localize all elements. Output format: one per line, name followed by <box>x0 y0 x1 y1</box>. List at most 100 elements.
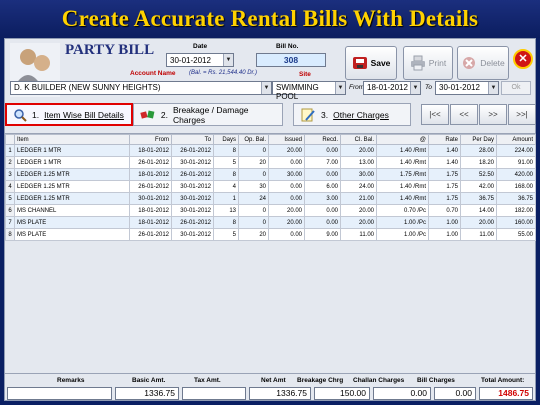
last-record-button[interactable]: >>| <box>508 104 536 125</box>
to-date-picker[interactable]: 30-01-2012 ▼ <box>435 81 499 95</box>
table-cell: 8 <box>213 144 239 157</box>
table-cell: 30-01-2012 <box>171 180 214 193</box>
basic-amount-label: Basic Amt. <box>132 377 166 384</box>
column-header[interactable]: To <box>171 134 214 145</box>
column-header[interactable]: @ <box>376 134 429 145</box>
tab-label: Item Wise Bill Details <box>44 109 124 120</box>
table-cell: 8 <box>213 168 239 181</box>
column-header[interactable]: Issued <box>268 134 305 145</box>
column-header[interactable]: Op. Bal. <box>238 134 269 145</box>
table-cell: 20.00 <box>268 144 305 157</box>
tab-number: 1. <box>32 109 40 120</box>
column-header[interactable]: Cl. Bal. <box>340 134 377 145</box>
remarks-field[interactable] <box>7 387 112 400</box>
column-header[interactable]: Per Day <box>460 134 497 145</box>
table-row[interactable]: 8 MS PLATE 26-01-2012 30-01-2012 5 20 0.00 9.00… <box>5 228 536 241</box>
from-date-value: 18-01-2012 <box>367 83 408 92</box>
table-cell: 0.00 <box>268 228 305 241</box>
date-value: 30-01-2012 <box>170 56 211 65</box>
tab-label: Other Charges <box>333 109 389 120</box>
bill-number-field[interactable]: 308 <box>256 53 326 67</box>
table-cell: 1.00 /Pc <box>376 228 429 241</box>
breakage-charges-value: 150.00 <box>314 387 370 400</box>
row-number: 4 <box>5 180 15 193</box>
chevron-down-icon[interactable]: ▼ <box>488 82 498 94</box>
table-row[interactable]: 7 MS PLATE 18-01-2012 26-01-2012 8 0 20.00 0.00… <box>5 216 536 229</box>
row-number: 5 <box>5 192 15 205</box>
site-select[interactable]: SWIMMING POOL ▼ <box>272 81 346 101</box>
ok-button[interactable]: Ok <box>501 81 531 95</box>
table-cell: 36.75 <box>460 192 497 205</box>
table-cell: 5 <box>213 228 239 241</box>
to-date-value: 30-01-2012 <box>439 83 480 92</box>
print-button[interactable]: Print <box>403 46 453 80</box>
chevron-down-icon[interactable]: ▼ <box>335 82 345 94</box>
table-cell: 30 <box>238 180 269 193</box>
table-cell: 1.75 <box>428 168 461 181</box>
table-row[interactable]: 1 LEDGER 1 MTR 18-01-2012 26-01-2012 8 0 20.00… <box>5 144 536 157</box>
date-picker[interactable]: 30-01-2012 ▼ <box>166 53 234 67</box>
table-cell: 224.00 <box>496 144 536 157</box>
table-cell: 30-01-2012 <box>171 156 214 169</box>
net-amount-label: Net Amt <box>261 377 286 384</box>
save-button[interactable]: Save <box>345 46 397 80</box>
remarks-label: Remarks <box>57 377 85 384</box>
table-cell: 26-01-2012 <box>129 228 172 241</box>
column-header[interactable]: Recd. <box>304 134 341 145</box>
row-number: 6 <box>5 204 15 217</box>
table-row[interactable]: 6 MS CHANNEL 18-01-2012 30-01-2012 13 0 20.00 0… <box>5 204 536 217</box>
party-bill-window: PARTY BILL Account Name (Bal. = Rs. 21,5… <box>4 38 536 401</box>
item-grid[interactable]: Item From To Days Op. Bal. Issued Recd. Cl. Bal… <box>5 133 536 370</box>
table-header-row: Item From To Days Op. Bal. Issued Recd. Cl. Bal… <box>5 134 536 145</box>
column-header[interactable]: Days <box>213 134 239 145</box>
table-row[interactable]: 5 LEDGER 1.25 MTR 30-01-2012 30-01-2012 1 24 0… <box>5 192 536 205</box>
table-cell: 20.00 <box>268 216 305 229</box>
tab-number: 2. <box>160 109 168 120</box>
breakage-charges-label: Breakage Chrg <box>297 377 344 384</box>
table-cell: 11.00 <box>460 228 497 241</box>
date-label: Date <box>193 43 208 50</box>
from-date-picker[interactable]: 18-01-2012 ▼ <box>363 81 421 95</box>
close-icon[interactable]: ✕ <box>513 49 533 69</box>
column-header[interactable]: Amount <box>496 134 536 145</box>
table-cell: 1.75 <box>428 192 461 205</box>
table-cell: 21.00 <box>340 192 377 205</box>
table-cell: 30.00 <box>268 168 305 181</box>
account-name-select[interactable]: D. K BUILDER (NEW SUNNY HEIGHTS) ▼ <box>10 81 272 95</box>
table-cell: 9.00 <box>304 228 341 241</box>
tab-breakage-damage-charges[interactable]: 2. Breakage / Damage Charges <box>133 103 283 126</box>
challan-charges-value: 0.00 <box>373 387 431 400</box>
column-header[interactable]: Rate <box>428 134 461 145</box>
table-cell: 0.00 <box>304 204 341 217</box>
row-number: 2 <box>5 156 15 169</box>
account-name-label: Account Name <box>130 70 176 77</box>
save-label: Save <box>370 58 391 68</box>
table-row[interactable]: 2 LEDGER 1 MTR 26-01-2012 30-01-2012 5 20 0.00… <box>5 156 536 169</box>
table-cell: 1.40 /Rmt <box>376 192 429 205</box>
total-amount-label: Total Amount: <box>481 377 525 384</box>
chevron-down-icon[interactable]: ▼ <box>223 54 233 66</box>
table-row[interactable]: 3 LEDGER 1.25 MTR 18-01-2012 26-01-2012 8 0 30… <box>5 168 536 181</box>
table-cell: 20.00 <box>460 216 497 229</box>
table-cell: 1.40 /Rmt <box>376 180 429 193</box>
table-cell: 0 <box>238 144 269 157</box>
table-cell: 0 <box>238 204 269 217</box>
first-record-button[interactable]: |<< <box>421 104 449 125</box>
table-row[interactable]: 4 LEDGER 1.25 MTR 26-01-2012 30-01-2012 4 30 0… <box>5 180 536 193</box>
balance-note: (Bal. = Rs. 21,544.40 Dr.) <box>189 70 257 76</box>
tab-other-charges[interactable]: 3. Other Charges <box>293 103 411 126</box>
table-cell: LEDGER 1.25 MTR <box>14 192 130 205</box>
column-header[interactable]: Item <box>14 134 130 145</box>
previous-record-button[interactable]: << <box>450 104 478 125</box>
net-amount-value: 1336.75 <box>249 387 311 400</box>
chevron-down-icon[interactable]: ▼ <box>410 82 420 94</box>
table-cell: 5 <box>213 156 239 169</box>
column-header[interactable]: From <box>129 134 172 145</box>
table-cell: 7.00 <box>304 156 341 169</box>
delete-button[interactable]: Delete <box>457 46 509 80</box>
next-record-button[interactable]: >> <box>479 104 507 125</box>
chevron-down-icon[interactable]: ▼ <box>261 82 271 94</box>
table-cell: MS PLATE <box>14 228 130 241</box>
tab-item-wise-bill-details[interactable]: 1. Item Wise Bill Details <box>5 103 133 126</box>
totals-footer: Remarks Basic Amt. 1336.75 Tax Amt. Net … <box>5 373 535 401</box>
